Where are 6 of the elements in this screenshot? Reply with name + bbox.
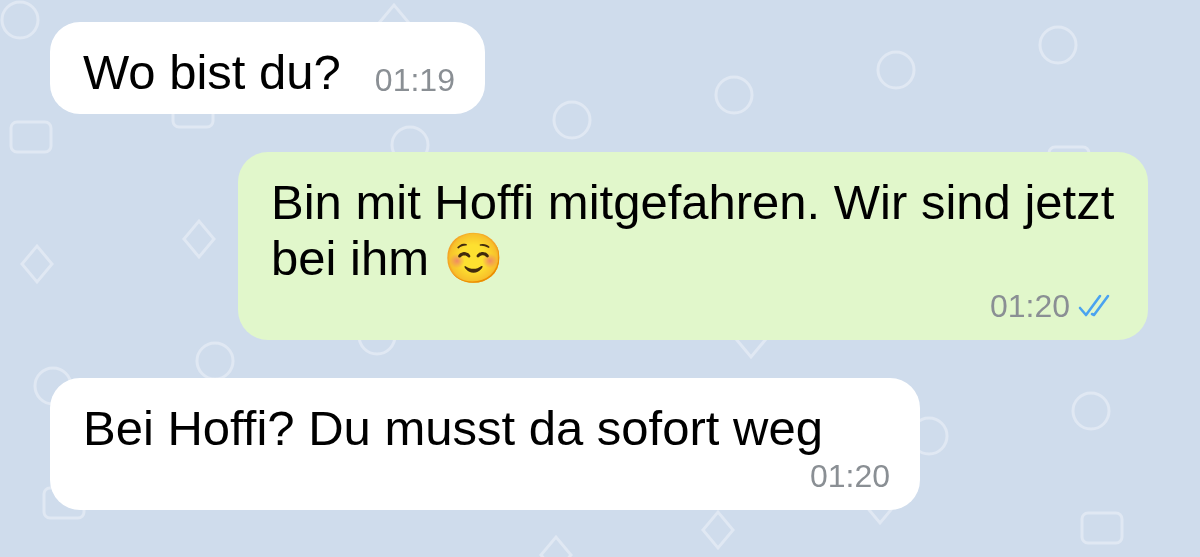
message-time: 01:20 (989, 287, 1070, 326)
message-text: Bei Hoffi? Du musst da sofort weg (83, 400, 823, 456)
message-time: 01:20 (809, 457, 890, 496)
message-text: Bin mit Hoffi mitgefahren. Wir sind jetzt bei ihm ☺ (271, 174, 1116, 286)
message-text: Wo bist du? (83, 44, 341, 100)
message-time: 01:19 (374, 61, 455, 100)
